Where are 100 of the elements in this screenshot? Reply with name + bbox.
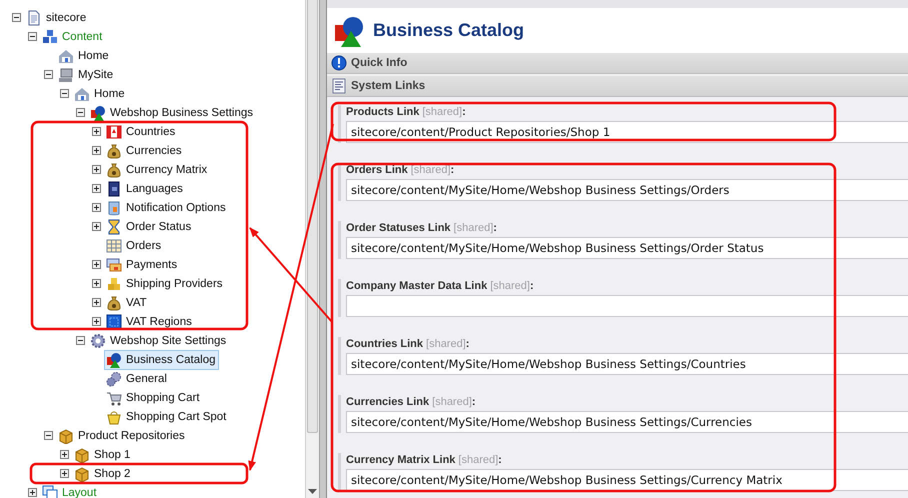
tree-item[interactable]: General <box>104 368 170 388</box>
tree-item[interactable]: Shipping Providers <box>104 274 226 294</box>
shapes-icon <box>106 352 122 368</box>
expand-toggle[interactable] <box>92 260 100 269</box>
shapes-icon <box>90 104 106 120</box>
scrollbar[interactable] <box>305 0 319 498</box>
expand-toggle[interactable] <box>60 450 68 459</box>
document-icon <box>26 10 42 26</box>
tree-item[interactable]: Shop 2 <box>72 464 134 484</box>
collapse-toggle[interactable] <box>28 32 36 41</box>
input-field[interactable]: sitecore/content/MySite/Home/Webshop Business Settings/Currency Matrix <box>346 469 908 491</box>
tree-item[interactable]: Content <box>40 26 106 46</box>
tree-item[interactable]: VAT <box>104 292 150 312</box>
field-label: Company Master Data Link <box>346 280 488 292</box>
tree-item[interactable]: Languages <box>104 178 186 198</box>
expand-toggle[interactable] <box>92 127 100 136</box>
collapse-toggle[interactable] <box>44 70 52 79</box>
tree-item[interactable]: Webshop Business Settings <box>88 102 256 122</box>
expand-toggle[interactable] <box>92 165 100 174</box>
tree-item[interactable]: Notification Options <box>104 198 229 218</box>
input-field[interactable]: sitecore/content/MySite/Home/Webshop Business Settings/Currencies <box>346 411 908 433</box>
shared-tag: [shared] <box>432 396 472 408</box>
info-icon <box>331 55 347 71</box>
basket-icon <box>106 408 122 424</box>
input-field[interactable]: sitecore/content/MySite/Home/Webshop Business Settings/Orders <box>346 179 908 201</box>
tree-item[interactable]: sitecore <box>24 8 90 28</box>
tree-item[interactable]: Order Status <box>104 216 194 236</box>
package-icon <box>74 466 90 482</box>
money-bag-icon <box>106 294 122 310</box>
expand-toggle[interactable] <box>92 203 100 212</box>
collapse-toggle[interactable] <box>44 431 52 440</box>
input-field[interactable]: sitecore/content/MySite/Home/Webshop Business Settings/Countries <box>346 353 908 375</box>
field-label: Currency Matrix Link <box>346 454 456 466</box>
field-label: Currencies Link <box>346 396 430 408</box>
tree-item[interactable]: Home <box>56 46 112 66</box>
label-colon: : <box>466 338 470 350</box>
tree-item[interactable]: Currencies <box>104 140 185 160</box>
collapse-toggle[interactable] <box>12 13 20 22</box>
container-icon <box>106 200 122 216</box>
expand-toggle[interactable] <box>92 222 100 231</box>
field-label: Products Link <box>346 106 420 118</box>
input-field[interactable] <box>346 295 908 317</box>
tree-item[interactable]: MySite <box>56 64 116 84</box>
house-icon <box>58 48 74 64</box>
shared-tag: [shared] <box>490 280 530 292</box>
hourglass-icon <box>106 218 122 234</box>
tree-item[interactable]: Business Catalog <box>104 350 218 370</box>
shared-tag: [shared] <box>422 106 462 118</box>
section-header[interactable]: System Links <box>327 76 908 97</box>
package-icon <box>58 428 74 444</box>
money-bag-icon <box>106 162 122 178</box>
collapse-toggle[interactable] <box>76 336 84 345</box>
splitter[interactable] <box>319 0 327 498</box>
tree-item[interactable]: Shopping Cart Spot <box>104 406 230 426</box>
collapse-toggle[interactable] <box>76 108 84 117</box>
label-colon: : <box>530 280 534 292</box>
shared-tag: [shared] <box>426 338 466 350</box>
label-colon: : <box>450 164 454 176</box>
tree-item[interactable]: Shopping Cart <box>104 388 203 408</box>
down-arrow-icon[interactable] <box>308 489 317 495</box>
label-colon: : <box>472 396 476 408</box>
label-colon: : <box>498 454 502 466</box>
shared-tag: [shared] <box>410 164 450 176</box>
tree-item[interactable]: Webshop Site Settings <box>88 330 230 350</box>
tree-item[interactable]: Currency Matrix <box>104 160 210 180</box>
shapes-icon <box>333 14 365 46</box>
expand-toggle[interactable] <box>28 488 36 497</box>
tree-item[interactable]: Shop 1 <box>72 444 134 464</box>
label-colon: : <box>462 106 466 118</box>
field-label: Countries Link <box>346 338 424 350</box>
tree-item[interactable]: Countries <box>104 122 178 142</box>
input-field[interactable]: sitecore/content/MySite/Home/Webshop Business Settings/Order Status <box>346 237 908 259</box>
expand-toggle[interactable] <box>92 298 100 307</box>
section-header[interactable]: Quick Info <box>327 53 908 74</box>
tree-item[interactable]: Payments <box>104 254 180 274</box>
cards-icon <box>106 256 122 272</box>
expand-toggle[interactable] <box>92 146 100 155</box>
label-colon: : <box>493 222 497 234</box>
expand-toggle[interactable] <box>60 469 68 478</box>
square-icon <box>106 314 122 330</box>
expand-toggle[interactable] <box>92 184 100 193</box>
shared-tag: [shared] <box>454 222 494 234</box>
gears-icon <box>106 370 122 386</box>
gear-icon <box>90 332 106 348</box>
field-label: Order Statuses Link <box>346 222 451 234</box>
expand-toggle[interactable] <box>92 317 100 326</box>
book-icon <box>106 180 122 196</box>
grid-icon <box>106 238 122 254</box>
expand-toggle[interactable] <box>92 279 100 288</box>
tree-item[interactable]: Home <box>72 84 128 104</box>
stack-icon <box>106 276 122 292</box>
list-icon <box>331 78 347 94</box>
shared-tag: [shared] <box>458 454 498 466</box>
tree-item[interactable]: VAT Regions <box>104 312 195 332</box>
collapse-toggle[interactable] <box>60 89 68 98</box>
tree-item[interactable]: Product Repositories <box>56 426 188 446</box>
tree-item[interactable]: Orders <box>104 236 164 256</box>
field-label: Orders Link <box>346 164 408 176</box>
tree-item[interactable]: Layout <box>40 482 100 498</box>
flag-icon <box>106 124 122 140</box>
